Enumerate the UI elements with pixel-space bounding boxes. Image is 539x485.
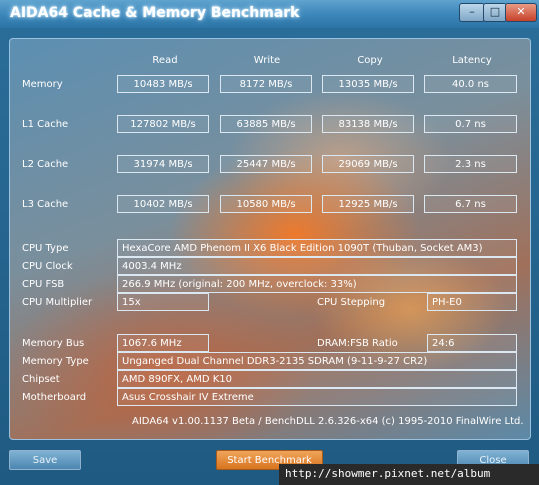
l2-write-value: 25447 MB/s — [220, 155, 312, 173]
motherboard-value: Asus Crosshair IV Extreme — [117, 388, 517, 406]
memory-latency-value: 40.0 ns — [424, 75, 517, 93]
row-label-memory: Memory — [22, 79, 63, 90]
save-button[interactable]: Save — [9, 450, 81, 470]
l3-latency-value: 6.7 ns — [424, 195, 517, 213]
window-close-button[interactable]: ✕ — [505, 3, 537, 22]
l2-copy-value: 29069 MB/s — [322, 155, 414, 173]
watermark-url: http://showmer.pixnet.net/album — [279, 464, 539, 485]
cpu-type-value: HexaCore AMD Phenom II X6 Black Edition … — [117, 239, 517, 257]
maximize-button[interactable]: □ — [483, 3, 507, 22]
results-panel: Read Write Copy Latency Memory 10483 MB/… — [9, 38, 531, 440]
window-title: AIDA64 Cache & Memory Benchmark — [10, 5, 300, 21]
memory-bus-value: 1067.6 MHz — [117, 334, 209, 352]
cpu-stepping-label: CPU Stepping — [317, 297, 386, 308]
header-read: Read — [152, 55, 178, 66]
row-label-l1: L1 Cache — [22, 119, 69, 130]
chipset-label: Chipset — [22, 374, 60, 385]
dram-fsb-label: DRAM:FSB Ratio — [317, 338, 398, 349]
header-write: Write — [253, 55, 281, 66]
minimize-button[interactable]: – — [459, 3, 485, 22]
benchmark-window: AIDA64 Cache & Memory Benchmark – □ ✕ Re… — [0, 0, 539, 485]
l2-latency-value: 2.3 ns — [424, 155, 517, 173]
motherboard-label: Motherboard — [22, 392, 87, 403]
header-latency: Latency — [452, 55, 492, 66]
cpu-multiplier-label: CPU Multiplier — [22, 297, 93, 308]
row-label-l2: L2 Cache — [22, 159, 69, 170]
cpu-multiplier-value: 15x — [117, 293, 209, 311]
row-label-l3: L3 Cache — [22, 199, 69, 210]
version-copyright-text: AIDA64 v1.00.1137 Beta / BenchDLL 2.6.32… — [132, 416, 524, 427]
cpu-fsb-label: CPU FSB — [22, 279, 65, 290]
cpu-clock-label: CPU Clock — [22, 261, 73, 272]
l3-read-value: 10402 MB/s — [117, 195, 209, 213]
l1-latency-value: 0.7 ns — [424, 115, 517, 133]
l3-copy-value: 12925 MB/s — [322, 195, 414, 213]
l3-write-value: 10580 MB/s — [220, 195, 312, 213]
memory-copy-value: 13035 MB/s — [322, 75, 414, 93]
title-bar[interactable]: AIDA64 Cache & Memory Benchmark – □ ✕ — [0, 0, 539, 28]
memory-type-label: Memory Type — [22, 356, 89, 367]
cpu-type-label: CPU Type — [22, 243, 69, 254]
memory-read-value: 10483 MB/s — [117, 75, 209, 93]
l2-read-value: 31974 MB/s — [117, 155, 209, 173]
memory-write-value: 8172 MB/s — [220, 75, 312, 93]
cpu-clock-value: 4003.4 MHz — [117, 257, 517, 275]
dram-fsb-value: 24:6 — [427, 334, 517, 352]
memory-type-value: Unganged Dual Channel DDR3-2135 SDRAM (9… — [117, 352, 517, 370]
l1-read-value: 127802 MB/s — [117, 115, 209, 133]
l1-copy-value: 83138 MB/s — [322, 115, 414, 133]
header-copy: Copy — [357, 55, 383, 66]
cpu-fsb-value: 266.9 MHz (original: 200 MHz, overclock:… — [117, 275, 517, 293]
l1-write-value: 63885 MB/s — [220, 115, 312, 133]
memory-bus-label: Memory Bus — [22, 338, 85, 349]
chipset-value: AMD 890FX, AMD K10 — [117, 370, 517, 388]
cpu-stepping-value: PH-E0 — [427, 293, 517, 311]
